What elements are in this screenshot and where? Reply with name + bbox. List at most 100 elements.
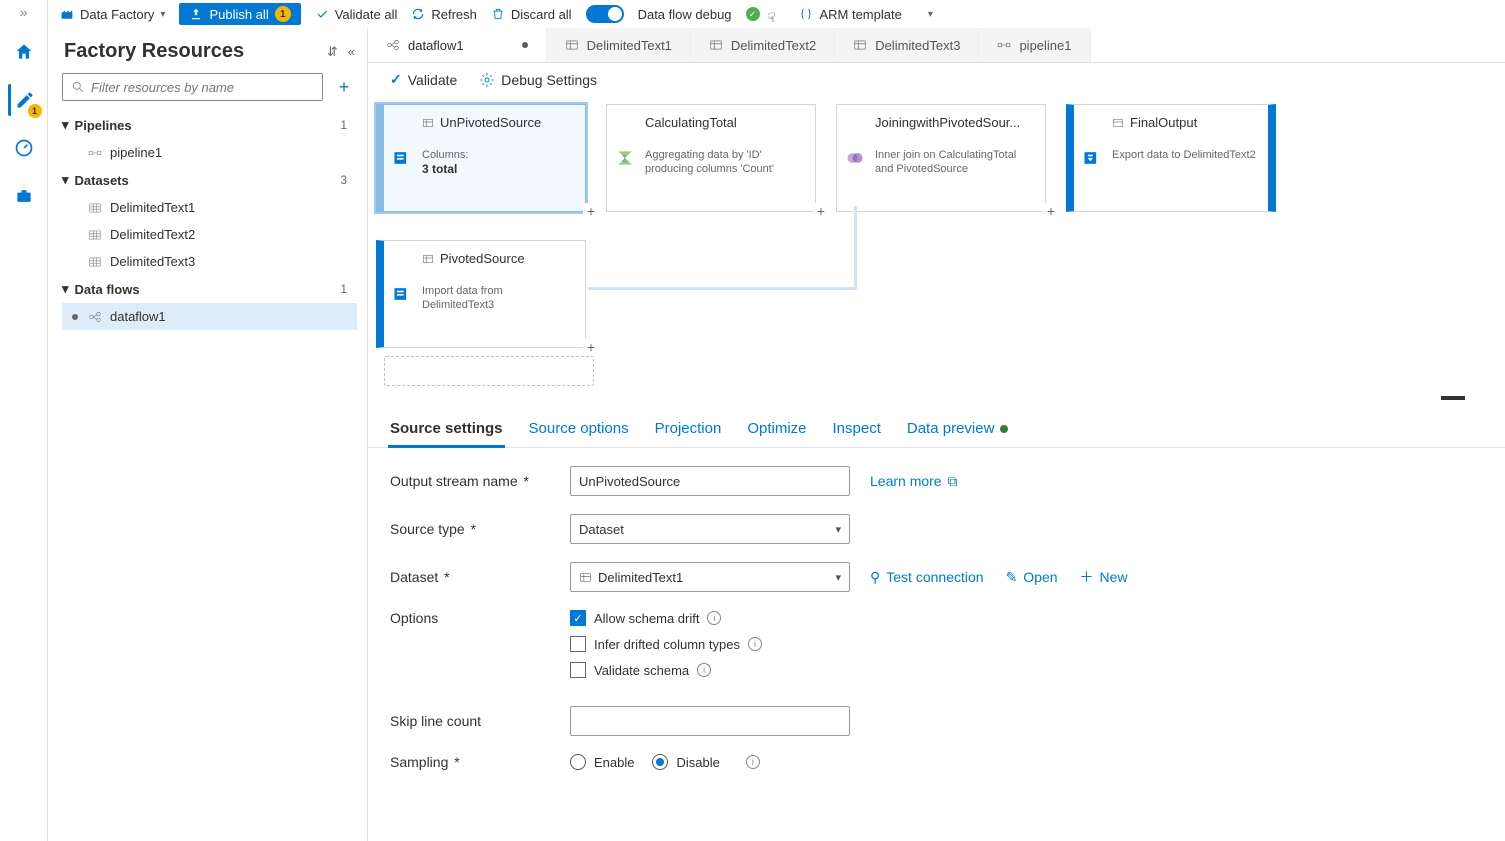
node-sub-text: Inner join on CalculatingTotal and Pivot…	[875, 148, 1033, 177]
output-stream-input[interactable]: UnPivotedSource	[570, 466, 850, 496]
filter-input[interactable]: Filter resources by name	[62, 73, 323, 101]
ctab-source-options[interactable]: Source options	[527, 412, 631, 447]
add-transform-button[interactable]: +	[583, 203, 599, 219]
label-source-type: Source type	[390, 521, 465, 537]
validate-button[interactable]: ✓ Validate	[390, 71, 457, 88]
discard-all-button[interactable]: Discard all	[491, 7, 572, 22]
node-sub-label: Columns:	[422, 149, 468, 161]
ctab-optimize[interactable]: Optimize	[745, 412, 808, 447]
search-icon	[71, 80, 85, 94]
section-pipelines[interactable]: ▾Pipelines 1	[62, 111, 357, 139]
node-unpivotedsource[interactable]: UnPivotedSource Columns:3 total +	[376, 104, 586, 212]
rail-manage[interactable]	[8, 180, 40, 212]
node-calculatingtotal[interactable]: Σ CalculatingTotal Aggregating data by '…	[606, 104, 816, 212]
panel-resize-handle[interactable]	[1441, 396, 1465, 400]
tab-label: pipeline1	[1019, 38, 1071, 53]
tab-pipeline1[interactable]: pipeline1	[979, 28, 1090, 62]
checkbox-allow-drift[interactable]: ✓	[570, 610, 586, 626]
top-toolbar: Data Factory ▾ Publish all 1 Validate al…	[48, 0, 1505, 28]
link-text: Learn more	[870, 473, 942, 489]
node-joining[interactable]: JoiningwithPivotedSour... Inner join on …	[836, 104, 1046, 212]
tab-dataflow1[interactable]: dataflow1	[368, 28, 547, 62]
input-value: UnPivotedSource	[579, 474, 680, 489]
add-transform-button[interactable]: +	[813, 203, 829, 219]
checkbox-label: Validate schema	[594, 663, 689, 678]
node-title-text: CalculatingTotal	[645, 115, 737, 130]
section-count: 1	[340, 118, 351, 132]
rail-monitor[interactable]	[8, 132, 40, 164]
test-connection-button[interactable]: ⚲Test connection	[870, 569, 984, 586]
pipeline-icon	[88, 146, 102, 160]
sidebar-expand-icon[interactable]: ⇵	[327, 44, 338, 60]
new-dataset-button[interactable]: ＋New	[1080, 567, 1128, 587]
add-transform-button[interactable]: +	[1043, 203, 1059, 219]
arm-template-dropdown[interactable]: ARM template ▾	[799, 7, 932, 22]
tab-dt2[interactable]: DelimitedText2	[691, 28, 835, 62]
sidebar-collapse-icon[interactable]: «	[348, 44, 355, 60]
node-sub-value: 3 total	[422, 162, 457, 176]
dataflow-canvas[interactable]: UnPivotedSource Columns:3 total + Σ Calc…	[368, 96, 1505, 406]
chevron-down-icon: ▾	[928, 9, 933, 20]
factory-dropdown[interactable]: Data Factory ▾	[60, 7, 165, 22]
section-count: 1	[340, 282, 351, 296]
plus-icon: ＋	[1080, 567, 1094, 587]
checkbox-validate-schema[interactable]	[570, 662, 586, 678]
debug-toggle[interactable]	[586, 5, 624, 23]
open-dataset-button[interactable]: ✎Open	[1006, 569, 1058, 586]
table-icon	[88, 255, 102, 269]
item-label: dataflow1	[110, 309, 166, 324]
radio-sampling-disable[interactable]	[652, 754, 668, 770]
ctab-data-preview[interactable]: Data preview	[905, 412, 1011, 447]
node-title-text: UnPivotedSource	[440, 115, 541, 130]
ctab-label: Data preview	[907, 420, 995, 437]
section-datasets[interactable]: ▾Datasets 3	[62, 166, 357, 194]
refresh-icon	[411, 7, 425, 21]
info-icon[interactable]: i	[707, 611, 721, 625]
node-finaloutput[interactable]: FinalOutput Export data to DelimitedText…	[1066, 104, 1276, 212]
tree-item-dt1[interactable]: DelimitedText1	[62, 194, 357, 221]
debug-settings-button[interactable]: Debug Settings	[479, 72, 597, 88]
sidebar-title: Factory Resources	[64, 40, 244, 63]
info-icon[interactable]: i	[746, 755, 760, 769]
add-transform-button[interactable]: +	[583, 339, 599, 355]
preview-ready-dot	[1000, 425, 1008, 433]
add-resource-button[interactable]: +	[331, 74, 357, 100]
tab-dt1[interactable]: DelimitedText1	[547, 28, 691, 62]
node-title-text: FinalOutput	[1130, 115, 1197, 130]
rail-home[interactable]	[8, 36, 40, 68]
validate-all-button[interactable]: Validate all	[315, 7, 398, 22]
tree-item-pipeline1[interactable]: pipeline1	[62, 139, 357, 166]
source-icon	[392, 148, 412, 168]
left-rail: » 1	[0, 0, 48, 841]
info-icon[interactable]: i	[697, 663, 711, 677]
source-type-select[interactable]: Dataset▾	[570, 514, 850, 544]
label-output-stream: Output stream name	[390, 473, 518, 489]
node-sub-text: Aggregating data by 'ID' producing colum…	[645, 148, 803, 177]
tab-dt3[interactable]: DelimitedText3	[835, 28, 979, 62]
checkbox-infer-types[interactable]	[570, 636, 586, 652]
radio-sampling-enable[interactable]	[570, 754, 586, 770]
label-skip: Skip line count	[390, 713, 570, 729]
skip-line-input[interactable]	[570, 706, 850, 736]
dataset-select[interactable]: DelimitedText1 ▾	[570, 562, 850, 592]
ctab-inspect[interactable]: Inspect	[831, 412, 883, 447]
expand-rail-icon[interactable]: »	[20, 4, 28, 20]
info-icon[interactable]: i	[748, 637, 762, 651]
tree-item-dt3[interactable]: DelimitedText3	[62, 248, 357, 275]
refresh-button[interactable]: Refresh	[411, 7, 477, 22]
node-pivotedsource[interactable]: PivotedSource Import data from Delimited…	[376, 240, 586, 348]
dataflow-icon	[386, 38, 400, 52]
dataflow-icon	[88, 310, 102, 324]
rail-author[interactable]: 1	[8, 84, 40, 116]
chevron-down-icon: ▾	[835, 523, 841, 536]
table-icon	[853, 38, 867, 52]
ctab-projection[interactable]: Projection	[653, 412, 724, 447]
section-dataflows[interactable]: ▾Data flows 1	[62, 275, 357, 303]
ctab-source-settings[interactable]: Source settings	[388, 412, 505, 448]
add-source-placeholder[interactable]	[384, 356, 594, 386]
learn-more-link[interactable]: Learn more ⧉	[870, 473, 958, 490]
tree-item-dt2[interactable]: DelimitedText2	[62, 221, 357, 248]
publish-all-button[interactable]: Publish all 1	[179, 3, 300, 25]
gauge-icon	[14, 138, 34, 158]
tree-item-dataflow1[interactable]: dataflow1	[62, 303, 357, 330]
